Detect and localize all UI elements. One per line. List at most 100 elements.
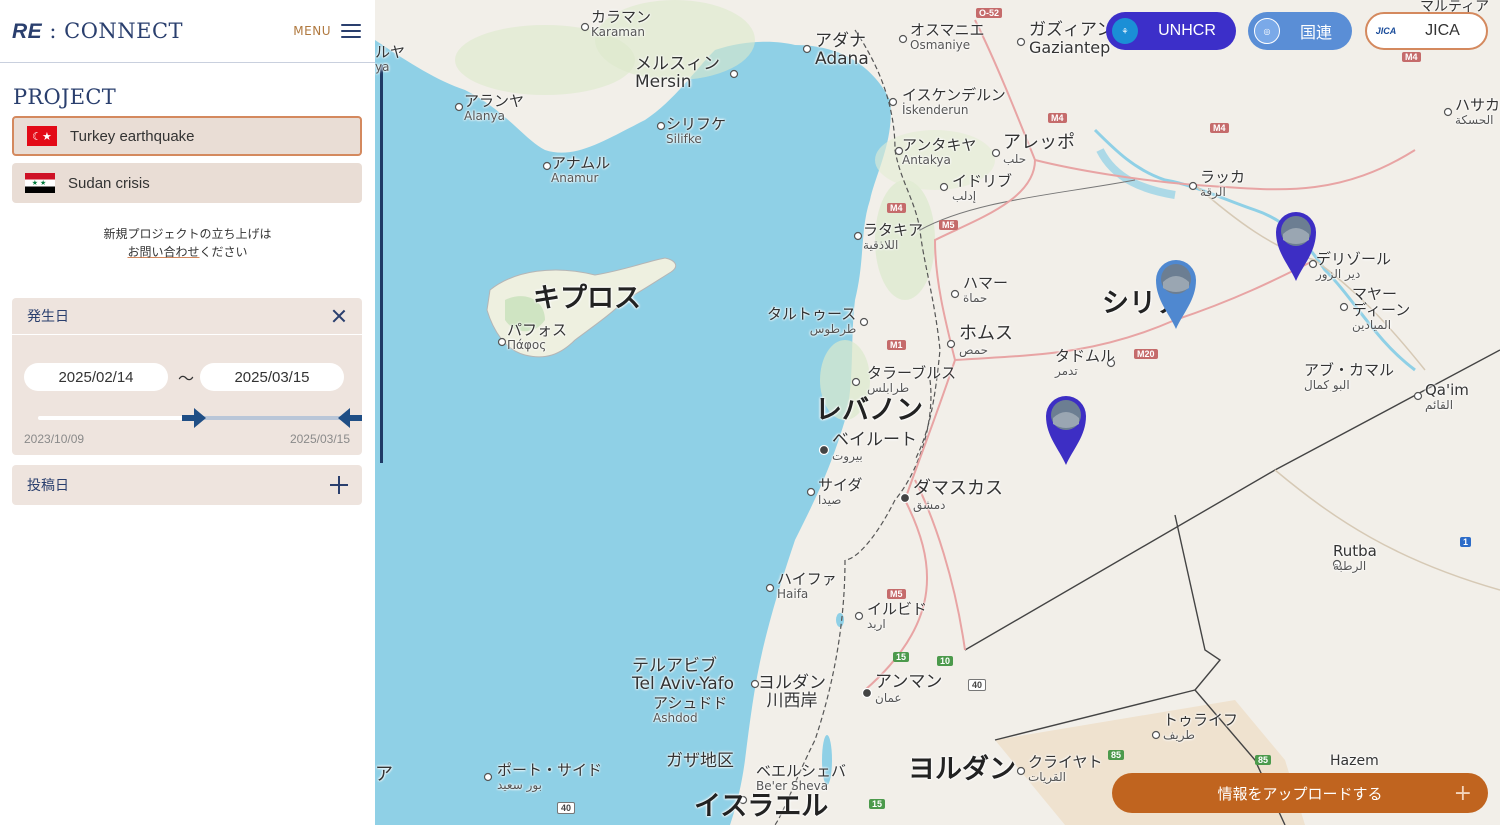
app-logo[interactable]: RE : CONNECT	[12, 19, 183, 44]
country-label-cyprus: キプロス	[533, 283, 641, 314]
map-label: タドムル تدمر	[1055, 347, 1116, 378]
contact-link[interactable]: お問い合わせ	[127, 245, 199, 259]
un-logo-icon: ◎	[1254, 18, 1280, 44]
map-label: デリゾール دير الزور	[1316, 250, 1392, 281]
date-range-body: 〜 2023/10/09 2025/03/15	[12, 335, 362, 455]
road-shield: 15	[869, 799, 886, 809]
occurrence-date-title: 発生日	[27, 309, 69, 325]
plus-icon[interactable]	[330, 476, 348, 494]
map-label: ハイファ Haifa	[777, 570, 837, 601]
road-shield: M4	[1402, 52, 1421, 62]
filter-chip-unhcr[interactable]: ⚘ UNHCR	[1106, 12, 1236, 50]
map-label: ラタキア اللاذقية	[863, 221, 924, 252]
hamburger-icon	[341, 24, 361, 38]
map-label: サイダ صيدا	[818, 476, 863, 507]
map-label: アシュドド Ashdod	[653, 694, 728, 725]
road-shield: 40	[557, 802, 576, 814]
map-label: オスマニエ Osmaniye	[910, 21, 985, 52]
map-label: アンマン عمان	[875, 672, 943, 705]
upload-info-button[interactable]: 情報をアップロードする +	[1112, 773, 1488, 813]
map-label: ルヤ ya	[375, 43, 406, 74]
chip-label: JICA	[1425, 22, 1460, 39]
project-section-title: PROJECT	[13, 85, 117, 109]
chip-label: UNHCR	[1158, 22, 1216, 39]
map-label: アナムル Anamur	[551, 154, 611, 185]
top-bar: RE : CONNECT MENU	[0, 0, 375, 63]
date-from-input[interactable]	[24, 363, 168, 391]
map-label: パフォス Πάφος	[507, 321, 568, 352]
photo-pin-icon[interactable]	[1155, 258, 1197, 330]
map-label: ア	[375, 764, 393, 785]
photo-pin-icon[interactable]	[1045, 394, 1087, 466]
road-shield: 10	[937, 656, 954, 666]
chip-label: 国連	[1299, 25, 1332, 42]
road-shield: M20	[1134, 349, 1158, 359]
occurrence-date-header[interactable]: 発生日	[12, 298, 362, 335]
upload-label: 情報をアップロードする	[1217, 784, 1383, 803]
road-shield: 15	[893, 652, 910, 662]
road-shield: 40	[968, 679, 987, 691]
map-label: ベイルート بيروت	[832, 430, 917, 463]
map-label: タラーブルス طرابلس	[867, 364, 957, 395]
menu-label: MENU	[293, 24, 331, 38]
unhcr-logo-icon: ⚘	[1112, 18, 1138, 44]
map-label: シリフケ Silifke	[666, 115, 727, 146]
map-label: イドリブ إدلب	[952, 172, 1013, 203]
map-label: マヤー ディーン الميادين	[1352, 285, 1411, 332]
turkey-flag-icon: ☾★	[27, 126, 57, 146]
map-label: クライヤト القريات	[1028, 753, 1103, 784]
map-label: テルアビブ Tel Aviv-Yafo	[632, 656, 735, 694]
map-label: ダマスカス دمشق	[913, 478, 1003, 512]
slider-end-handle-icon[interactable]	[338, 408, 362, 428]
map-label: イルビド اربد	[867, 600, 928, 631]
filter-chip-un[interactable]: ◎ 国連	[1248, 12, 1352, 50]
road-shield: 1	[1460, 537, 1472, 547]
road-shield: M5	[887, 589, 906, 599]
map-view[interactable]: O-52 M4 M4 M4 M4 M5 M1 M20 M5 15 10 40 8…	[375, 0, 1500, 825]
filter-chip-jica[interactable]: JICA JICA	[1365, 12, 1488, 50]
close-icon[interactable]	[330, 307, 348, 325]
logo-re: RE	[12, 19, 43, 43]
country-label-jordan: ヨルダン	[908, 754, 1016, 785]
road-shield: M1	[887, 340, 906, 350]
map-label: Hazem	[1330, 753, 1379, 769]
map-label: ホムス حمص	[959, 323, 1013, 357]
map-label: Qa'im القائم	[1425, 381, 1469, 412]
road-shield: M4	[1210, 123, 1229, 133]
sidebar: RE : CONNECT MENU PROJECT ☾★ Turkey eart…	[0, 0, 375, 825]
road-shield: M4	[887, 203, 906, 213]
date-to-input[interactable]	[200, 363, 344, 391]
map-label: アランヤ Alanya	[464, 92, 525, 123]
map-label: アンタキヤ Antakya	[902, 136, 977, 167]
road-shield: 85	[1255, 755, 1272, 765]
map-label: ラッカ الرقة	[1200, 168, 1246, 199]
road-shield: M4	[1048, 113, 1067, 123]
project-label: Sudan crisis	[68, 174, 150, 192]
road-shield: M5	[939, 220, 958, 230]
slider-selected-range	[194, 416, 350, 420]
project-item-turkey-earthquake[interactable]: ☾★ Turkey earthquake	[12, 116, 362, 156]
menu-button[interactable]: MENU	[293, 24, 361, 38]
project-item-sudan-crisis[interactable]: ★★ Sudan crisis	[12, 163, 362, 203]
slider-start-handle-icon[interactable]	[182, 408, 206, 428]
country-label-israel: イスラエル	[694, 791, 829, 822]
map-label: ヨルダン 川西岸	[758, 673, 826, 711]
map-label: タルトゥース طرطوس	[767, 305, 857, 336]
map-label: カラマン Karaman	[591, 8, 652, 39]
slider-range-labels: 2023/10/09 2025/03/15	[24, 432, 350, 446]
map-label: ベエルシェバ Be'er Sheva	[756, 762, 847, 793]
map-label: アブ・カマル البو كمال	[1304, 361, 1395, 392]
photo-pin-icon[interactable]	[1275, 210, 1317, 282]
logo-connect: CONNECT	[64, 18, 184, 43]
project-label: Turkey earthquake	[70, 127, 195, 145]
date-separator: 〜	[178, 369, 195, 388]
map-label: Rutba الرطبة	[1333, 542, 1377, 573]
slider-min-label: 2023/10/09	[24, 432, 85, 446]
date-range-slider[interactable]	[38, 408, 362, 428]
occurrence-date-filter: 発生日 〜 2023/10/09 2025/03/15	[12, 298, 362, 455]
post-date-title: 投稿日	[27, 478, 69, 494]
map-label: アダナ Adana	[815, 31, 869, 69]
post-date-filter[interactable]: 投稿日	[12, 465, 362, 505]
road-shield: 85	[1108, 750, 1125, 760]
map-label: ハマー حماة	[963, 274, 1009, 305]
